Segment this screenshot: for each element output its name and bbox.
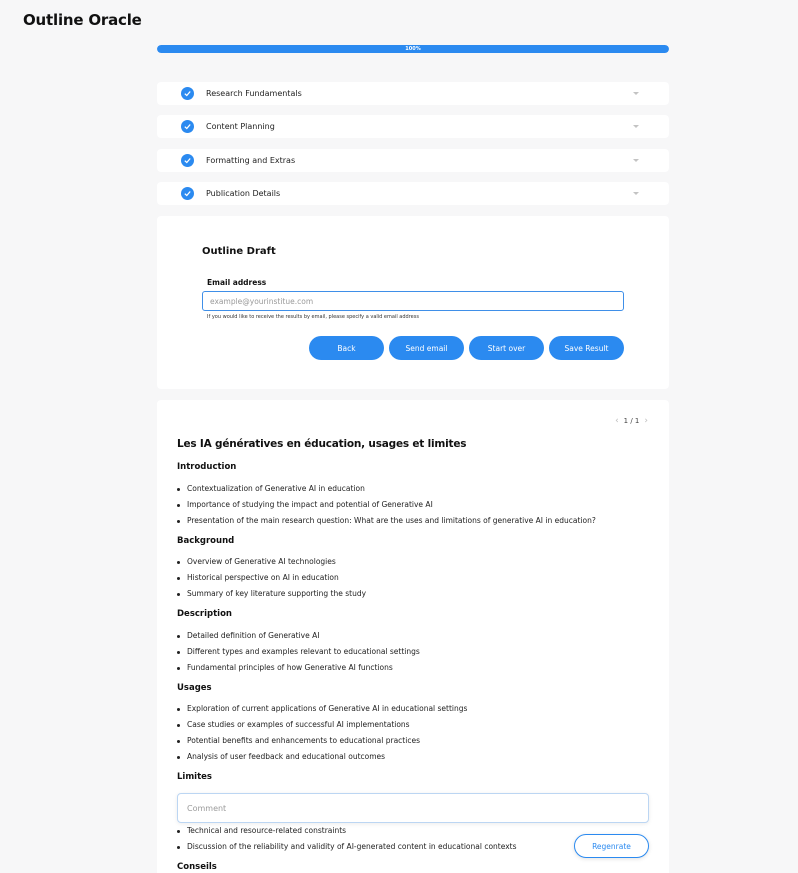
outline-draft-card: Outline Draft Email address If you would… <box>157 216 669 389</box>
outline-title: Les IA génératives en éducation, usages … <box>177 438 467 450</box>
list-item: Different types and examples relevant to… <box>177 647 420 656</box>
chevron-down-icon[interactable] <box>633 159 639 162</box>
list-item: Presentation of the main research questi… <box>177 516 596 525</box>
list-item: Contextualization of Generative AI in ed… <box>177 484 365 493</box>
section-heading: Conseils <box>177 862 217 872</box>
comment-field[interactable] <box>177 793 649 823</box>
check-circle-icon <box>181 120 194 133</box>
list-item: Discussion of the reliability and validi… <box>177 842 517 851</box>
email-label: Email address <box>207 278 267 287</box>
list-item: Importance of studying the impact and po… <box>177 500 433 509</box>
list-item: Case studies or examples of successful A… <box>177 720 410 729</box>
progress-label: 100% <box>405 46 421 52</box>
chevron-down-icon[interactable] <box>633 92 639 95</box>
list-item: Fundamental principles of how Generative… <box>177 663 393 672</box>
list-item: Analysis of user feedback and educationa… <box>176 752 386 761</box>
list-item: Potential benefits and enhancements to e… <box>177 736 420 745</box>
progress-bar: 100% <box>157 45 669 53</box>
chevron-left-icon[interactable]: ‹ <box>615 416 619 426</box>
send-email-button[interactable]: Send email <box>389 336 464 360</box>
chevron-down-icon[interactable] <box>633 192 639 195</box>
list-item: Overview of Generative AI technologies <box>177 557 336 566</box>
list-item: Detailed definition of Generative AI <box>176 631 320 640</box>
section-heading: Introduction <box>177 462 237 472</box>
chevron-down-icon[interactable] <box>633 125 639 128</box>
step-label: Content Planning <box>206 122 275 131</box>
section-heading: Description <box>177 609 232 619</box>
check-circle-icon <box>181 187 194 200</box>
list-item: Technical and resource-related constrain… <box>176 826 347 835</box>
pager-count: 1 / 1 <box>623 417 640 425</box>
progress-fill: 100% <box>157 45 669 53</box>
step-research-fundamentals[interactable]: Research Fundamentals <box>157 82 669 105</box>
list-item: Summary of key literature supporting the… <box>176 589 367 598</box>
save-result-button[interactable]: Save Result <box>549 336 624 360</box>
start-over-button[interactable]: Start over <box>469 336 544 360</box>
step-formatting-and-extras[interactable]: Formatting and Extras <box>157 149 669 172</box>
step-publication-details[interactable]: Publication Details <box>157 182 669 205</box>
list-item: Historical perspective on AI in educatio… <box>177 573 339 582</box>
section-heading: Background <box>177 536 235 546</box>
section-heading: Limites <box>177 772 212 782</box>
check-circle-icon <box>181 154 194 167</box>
step-label: Formatting and Extras <box>206 156 296 165</box>
email-hint: If you would like to receive the results… <box>207 314 419 320</box>
section-heading: Usages <box>177 683 212 693</box>
list-item: Exploration of current applications of G… <box>176 704 468 713</box>
regenerate-button[interactable]: Regenrate <box>574 834 649 858</box>
app-title: Outline Oracle <box>23 11 142 29</box>
check-circle-icon <box>181 87 194 100</box>
back-button[interactable]: Back <box>309 336 384 360</box>
step-label: Research Fundamentals <box>206 89 302 98</box>
step-label: Publication Details <box>206 189 281 198</box>
pager: ‹ 1 / 1 › <box>615 416 648 426</box>
step-content-planning[interactable]: Content Planning <box>157 115 669 138</box>
draft-title: Outline Draft <box>202 246 276 257</box>
email-field[interactable] <box>202 291 624 311</box>
chevron-right-icon[interactable]: › <box>644 416 648 426</box>
